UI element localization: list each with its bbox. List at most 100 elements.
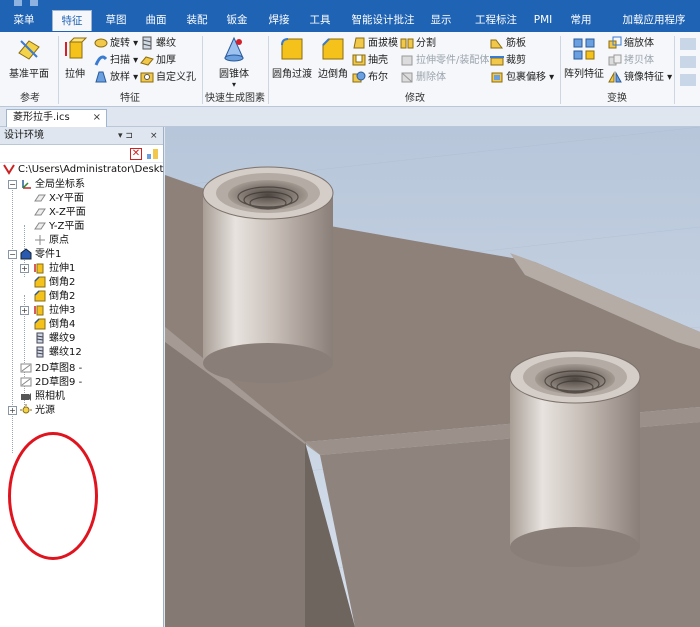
revolve-button[interactable]: 旋转 ▾ (94, 36, 138, 52)
group-reference-label: 参考 (20, 93, 40, 104)
base-plane-button[interactable]: 基准平面 (4, 36, 54, 80)
group-modify-label: 修改 (405, 93, 425, 104)
tab-tools[interactable]: 工具 (301, 10, 339, 31)
tab-menu[interactable]: 菜单 (4, 10, 44, 31)
light-icon (20, 404, 32, 416)
design-environment-panel: 设计环境 ▾ ⊐ × ✕ C:\Users\Administrator\Desk… (0, 127, 164, 627)
tab-display[interactable]: 显示 (423, 10, 459, 31)
draft-icon (352, 36, 366, 50)
tree-item-thread-12[interactable]: 螺纹12 (34, 346, 82, 360)
copy-body-button[interactable]: 拷贝体 (608, 53, 654, 69)
group-transform-label: 变换 (607, 93, 627, 104)
tab-engineering-annotation[interactable]: 工程标注 (464, 10, 528, 31)
chamfer-button[interactable]: 边倒角 (316, 36, 350, 80)
tree-item-xz-plane[interactable]: X-Z平面 (34, 206, 86, 220)
overflow-tool-icon[interactable] (680, 38, 696, 50)
panel-header: 设计环境 ▾ ⊐ × (0, 127, 163, 145)
boolean-button[interactable]: 布尔 (352, 70, 388, 86)
quick-access-icon[interactable] (30, 0, 38, 6)
tab-common[interactable]: 常用 (563, 10, 599, 31)
trim-button[interactable]: 裁剪 (490, 53, 526, 69)
tab-smart-annotation[interactable]: 智能设计批注 (343, 10, 423, 31)
camera-icon (20, 390, 32, 402)
tree-item-origin[interactable]: 原点 (34, 234, 69, 248)
extrude-icon (34, 304, 46, 316)
revolve-icon (94, 36, 108, 50)
thread-icon (140, 36, 154, 50)
delete-body-button[interactable]: 删除体 (400, 70, 446, 86)
split-button[interactable]: 分割 (400, 36, 436, 52)
sweep-button[interactable]: 扫描 ▾ (94, 53, 138, 69)
3d-viewport[interactable] (165, 127, 700, 627)
overflow-tool-icon[interactable] (680, 56, 696, 68)
group-quick-label: 快速生成图素 (205, 93, 265, 104)
custom-hole-button[interactable]: 自定义孔 (140, 70, 196, 86)
tab-surface[interactable]: 曲面 (136, 10, 176, 31)
close-icon[interactable]: × (93, 110, 101, 126)
rib-button[interactable]: 筋板 (490, 36, 526, 52)
tree-item-sketch-9[interactable]: 2D草图9 - (20, 376, 82, 390)
extrude-part-button[interactable]: 拉伸零件/装配体 (400, 53, 489, 69)
fillet-button[interactable]: 圆角过渡 (272, 36, 312, 80)
tree-item-extrude-3[interactable]: 拉伸3 (34, 304, 75, 318)
shell-button[interactable]: 抽壳 (352, 53, 388, 69)
collapse-toggle[interactable]: − (8, 180, 17, 189)
tree-item-coordinate-system[interactable]: 全局坐标系 (20, 178, 85, 192)
chamfer-icon (34, 290, 46, 302)
expand-toggle[interactable]: + (20, 264, 29, 273)
tree-item-chamfer-2b[interactable]: 倒角2 (34, 290, 75, 304)
dropdown-arrow-icon[interactable]: ▾ (208, 80, 260, 89)
rib-icon (490, 36, 504, 50)
cone-button[interactable]: 圆锥体 ▾ (208, 36, 260, 89)
extrude-button[interactable]: 拉伸 (60, 36, 90, 80)
group-separator (560, 36, 561, 104)
tree-item-camera[interactable]: 照相机 (20, 390, 65, 404)
panel-pin-icon[interactable]: ▾ ⊐ (118, 127, 133, 145)
group-separator (674, 36, 675, 104)
group-separator (202, 36, 203, 104)
tab-sketch[interactable]: 草图 (96, 10, 136, 31)
close-icon[interactable]: × (150, 127, 158, 145)
tree-item-sketch-8[interactable]: 2D草图8 - (20, 362, 82, 376)
draft-button[interactable]: 面拔模 (352, 36, 398, 52)
mirror-feature-button[interactable]: 镜像特征 ▾ (608, 70, 672, 86)
overflow-tool-icon[interactable] (680, 74, 696, 86)
tree-root[interactable]: C:\Users\Administrator\Deskt (3, 163, 163, 177)
pattern-button[interactable]: 阵列特征 (562, 36, 606, 80)
expand-toggle[interactable]: + (8, 406, 17, 415)
boolean-icon (352, 70, 366, 84)
tree-item-yz-plane[interactable]: Y-Z平面 (34, 220, 84, 234)
expand-toggle[interactable]: + (20, 306, 29, 315)
ribbon-panel: 基准平面 参考 拉伸 旋转 ▾ 扫描 ▾ 放样 ▾ 螺纹 加厚 自定义孔 特征 … (0, 32, 700, 107)
ribbon-tab-bar: 菜单 特征 草图 曲面 装配 钣金 焊接 工具 智能设计批注 显示 工程标注 P… (0, 0, 700, 33)
thicken-button[interactable]: 加厚 (140, 53, 176, 69)
tab-sheet-metal[interactable]: 钣金 (217, 10, 257, 31)
document-tab-row: 菱形拉手.ics × (0, 107, 700, 127)
tab-load-apps[interactable]: 加载应用程序 (610, 10, 698, 31)
thread-icon (34, 332, 46, 344)
tree-item-chamfer-4[interactable]: 倒角4 (34, 318, 75, 332)
tree-item-chamfer-2[interactable]: 倒角2 (34, 276, 75, 290)
tree-item-xy-plane[interactable]: X-Y平面 (34, 192, 84, 206)
tab-assembly[interactable]: 装配 (177, 10, 217, 31)
thread-button[interactable]: 螺纹 (140, 36, 176, 52)
wrap-offset-button[interactable]: 包裹偏移 ▾ (490, 70, 554, 86)
tab-feature[interactable]: 特征 (52, 10, 92, 31)
tree-item-part[interactable]: 零件1 (20, 248, 61, 262)
tree-item-light-source[interactable]: 光源 (20, 404, 55, 418)
loft-button[interactable]: 放样 ▾ (94, 70, 138, 86)
base-plane-icon (16, 36, 42, 62)
tab-welding[interactable]: 焊接 (259, 10, 299, 31)
group-separator (58, 36, 59, 104)
tree-options-icon[interactable] (146, 148, 159, 160)
clear-filter-icon[interactable]: ✕ (130, 148, 142, 160)
scale-body-button[interactable]: 缩放体 (608, 36, 654, 52)
quick-access-icon[interactable] (14, 0, 22, 6)
sketch-icon (20, 376, 32, 388)
tab-pmi[interactable]: PMI (528, 10, 558, 31)
tree-item-extrude-1[interactable]: 拉伸1 (34, 262, 75, 276)
mirror-icon (608, 70, 622, 84)
document-tab[interactable]: 菱形拉手.ics × (6, 109, 107, 127)
tree-item-thread-9[interactable]: 螺纹9 (34, 332, 75, 346)
collapse-toggle[interactable]: − (8, 250, 17, 259)
